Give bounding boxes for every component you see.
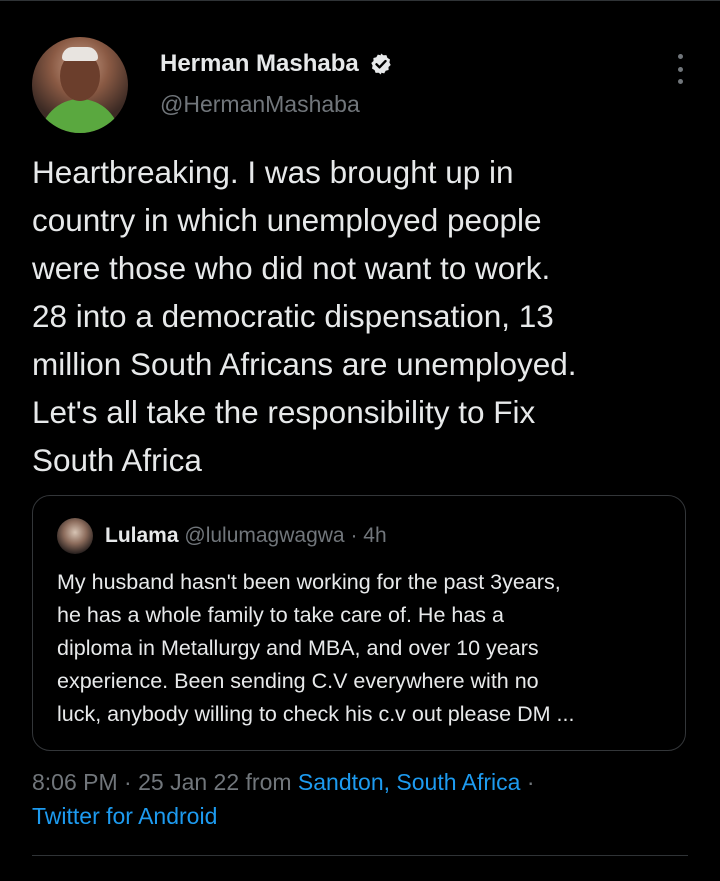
avatar-hair xyxy=(62,47,98,61)
quoted-time: 4h xyxy=(363,524,387,547)
top-divider xyxy=(0,0,720,1)
quoted-author-name: Lulama xyxy=(105,524,179,547)
meta-separator: · xyxy=(526,769,535,795)
verified-badge-icon xyxy=(371,53,391,75)
author-name[interactable]: Herman Mashaba xyxy=(160,50,359,78)
author-handle[interactable]: @HermanMashaba xyxy=(160,91,360,118)
quoted-tweet[interactable]: Lulama @lulumagwagwa · 4h My husband has… xyxy=(32,495,686,751)
meta-separator: · xyxy=(124,769,132,795)
quoted-tweet-text: My husband hasn't been working for the p… xyxy=(57,570,575,726)
tweet-meta: 8:06 PM · 25 Jan 22 from Sandton, South … xyxy=(32,765,702,833)
quoted-separator: · xyxy=(350,524,358,547)
from-label: from xyxy=(245,769,292,795)
tweet-text: Heartbreaking. I was brought up in count… xyxy=(32,154,577,478)
quoted-tweet-header: Lulama @lulumagwagwa · 4h xyxy=(105,524,387,548)
avatar-shirt xyxy=(40,99,120,133)
quoted-author-handle: @lulumagwagwa xyxy=(184,524,345,547)
client-link[interactable]: Twitter for Android xyxy=(32,803,217,829)
more-vertical-icon[interactable] xyxy=(670,54,690,84)
more-dot xyxy=(677,54,683,59)
author-name-row: Herman Mashaba xyxy=(160,50,393,78)
tweet-date[interactable]: 25 Jan 22 xyxy=(138,769,239,795)
more-dot xyxy=(677,66,683,72)
tweet-time[interactable]: 8:06 PM xyxy=(32,769,118,795)
more-dot xyxy=(677,79,683,84)
bottom-divider xyxy=(32,855,688,856)
location-link[interactable]: Sandton, South Africa xyxy=(298,769,521,795)
quoted-author-avatar xyxy=(57,518,93,554)
author-avatar[interactable] xyxy=(32,37,128,133)
